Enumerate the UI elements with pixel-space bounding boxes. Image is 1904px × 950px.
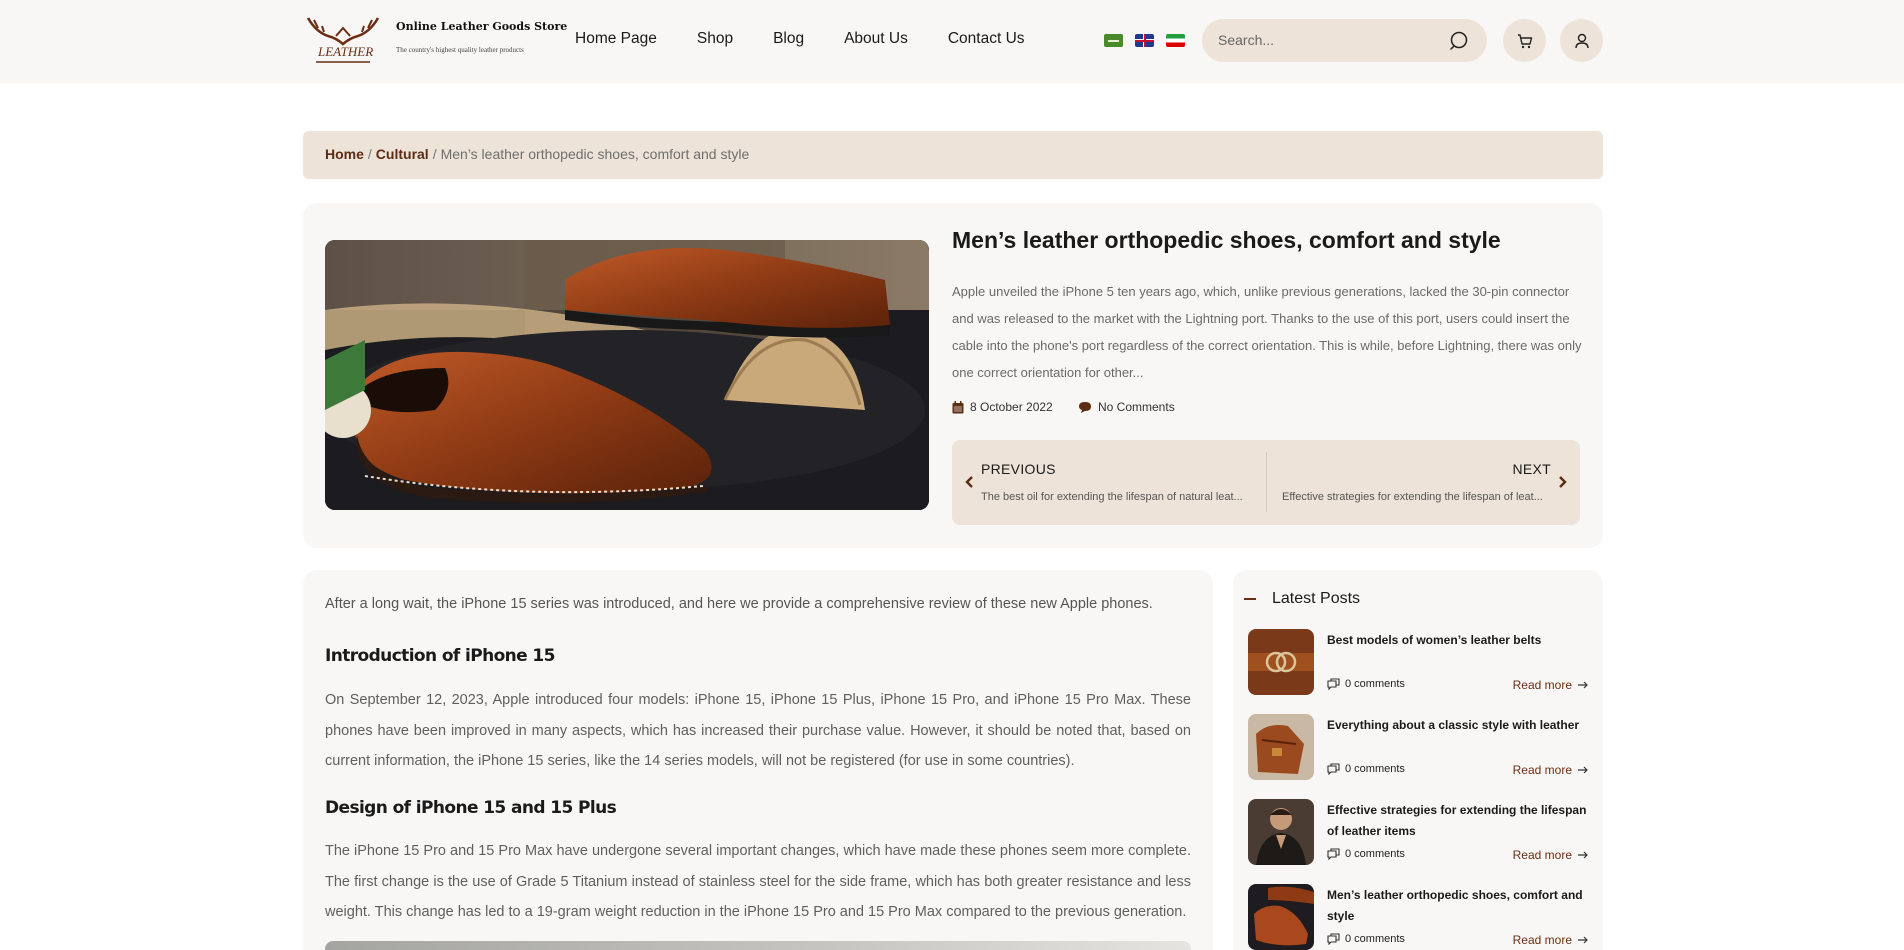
post-excerpt: Apple unveiled the iPhone 5 ten years ag…	[952, 284, 1582, 380]
arrow-right-icon	[1578, 766, 1588, 774]
comments-icon	[1327, 848, 1340, 860]
post-date: 8 October 2022	[952, 400, 1053, 414]
post-featured-image	[325, 240, 929, 510]
comment-icon	[1079, 401, 1091, 413]
comments-count: 0 comments	[1345, 933, 1405, 945]
section-marker-icon	[1244, 598, 1256, 600]
breadcrumb: Home / Cultural / Men’s leather orthopedic s…	[303, 131, 1603, 179]
sidebar-title: Latest Posts	[1272, 590, 1361, 607]
post-title: Men’s leather orthopedic shoes, comfort …	[952, 227, 1501, 253]
site-header: LEATHER Online Leather Goods Store The c…	[0, 0, 1904, 83]
search-input[interactable]	[1218, 30, 1438, 50]
post-link[interactable]: Best models of women’s leather belts	[1327, 630, 1589, 651]
logo-icon[interactable]: LEATHER	[302, 14, 384, 66]
cart-icon	[1517, 33, 1532, 48]
post-thumbnail[interactable]	[1248, 884, 1314, 950]
post-thumbnail[interactable]	[1248, 799, 1314, 865]
read-more-label: Read more	[1512, 848, 1572, 862]
breadcrumb-separator: /	[367, 146, 372, 162]
nav-home[interactable]: Home Page	[575, 30, 657, 48]
previous-post-label[interactable]: PREVIOUS	[981, 461, 1056, 477]
post-date-text: 8 October 2022	[970, 400, 1053, 414]
article-heading: Introduction of iPhone 15	[325, 646, 555, 666]
post-comments: 0 comments	[1327, 933, 1405, 945]
read-more-link[interactable]: Read more	[1513, 848, 1588, 862]
post-comments: No Comments	[1078, 400, 1175, 414]
read-more-link[interactable]: Read more	[1513, 933, 1588, 947]
post-link[interactable]: Effective strategies for extending the l…	[1327, 800, 1589, 842]
article-paragraph: The iPhone 15 Pro and 15 Pro Max have un…	[325, 843, 1191, 920]
comments-count: 0 comments	[1345, 763, 1405, 775]
flag-english-icon[interactable]	[1135, 34, 1154, 47]
arrow-right-icon	[1578, 936, 1588, 944]
next-post-title[interactable]: Effective strategies for extending the l…	[1282, 491, 1544, 503]
read-more-label: Read more	[1512, 933, 1572, 947]
sidebar-post: Everything about a classic style with le…	[1248, 714, 1588, 780]
comments-count: 0 comments	[1345, 848, 1405, 860]
nav-about[interactable]: About Us	[844, 30, 908, 48]
calendar-icon	[952, 400, 964, 413]
previous-post-title[interactable]: The best oil for extending the lifespan …	[981, 491, 1243, 503]
post-navigation: PREVIOUS The best oil for extending the …	[952, 440, 1580, 525]
sidebar-post: Effective strategies for extending the l…	[1248, 799, 1588, 865]
article-intro: After a long wait, the iPhone 15 series …	[325, 596, 1153, 612]
breadcrumb-current: Men’s leather orthopedic shoes, comfort …	[440, 146, 750, 162]
post-comments: 0 comments	[1327, 763, 1405, 775]
next-post-label[interactable]: NEXT	[1512, 461, 1551, 477]
breadcrumb-category[interactable]: Cultural	[376, 146, 429, 162]
cart-button[interactable]	[1503, 19, 1546, 62]
language-switcher	[1104, 34, 1185, 47]
flag-persian-icon[interactable]	[1166, 34, 1185, 47]
comments-icon	[1327, 763, 1340, 775]
nav-contact[interactable]: Contact Us	[948, 30, 1025, 48]
brand-name: Online Leather Goods Store	[396, 20, 568, 33]
flag-arabic-icon[interactable]	[1104, 34, 1123, 47]
post-comments: 0 comments	[1327, 848, 1405, 860]
arrow-right-icon	[1578, 851, 1588, 859]
arrow-right-icon	[1578, 681, 1588, 689]
search-box	[1202, 19, 1487, 62]
post-comments: 0 comments	[1327, 678, 1405, 690]
article-heading: Design of iPhone 15 and 15 Plus	[325, 798, 617, 818]
main-nav: Home Page Shop Blog About Us Contact Us	[575, 30, 1065, 48]
brand-tagline: The country's highest quality leather pr…	[396, 46, 524, 54]
breadcrumb-separator: /	[432, 146, 437, 162]
post-thumbnail[interactable]	[1248, 629, 1314, 695]
article-image	[325, 941, 1191, 950]
nav-blog[interactable]: Blog	[773, 30, 804, 48]
post-link[interactable]: Everything about a classic style with le…	[1327, 715, 1589, 736]
read-more-label: Read more	[1512, 678, 1572, 692]
search-icon[interactable]	[1448, 30, 1470, 52]
article-paragraph: On September 12, 2023, Apple introduced …	[325, 692, 1191, 769]
post-link[interactable]: Men’s leather orthopedic shoes, comfort …	[1327, 885, 1589, 927]
post-thumbnail[interactable]	[1248, 714, 1314, 780]
post-comments-text[interactable]: No Comments	[1098, 400, 1175, 414]
chevron-left-icon[interactable]	[964, 475, 974, 489]
read-more-link[interactable]: Read more	[1513, 678, 1588, 692]
svg-text:LEATHER: LEATHER	[317, 44, 373, 59]
comments-icon	[1327, 678, 1340, 690]
comments-count: 0 comments	[1345, 678, 1405, 690]
user-icon	[1574, 33, 1589, 48]
comments-icon	[1327, 933, 1340, 945]
sidebar-post: Men’s leather orthopedic shoes, comfort …	[1248, 884, 1588, 950]
nav-shop[interactable]: Shop	[697, 30, 733, 48]
divider	[1266, 452, 1267, 512]
breadcrumb-home[interactable]: Home	[325, 146, 364, 162]
read-more-label: Read more	[1512, 763, 1572, 777]
read-more-link[interactable]: Read more	[1513, 763, 1588, 777]
sidebar-post: Best models of women’s leather belts 0 c…	[1248, 629, 1588, 695]
account-button[interactable]	[1560, 19, 1603, 62]
chevron-right-icon[interactable]	[1558, 475, 1568, 489]
